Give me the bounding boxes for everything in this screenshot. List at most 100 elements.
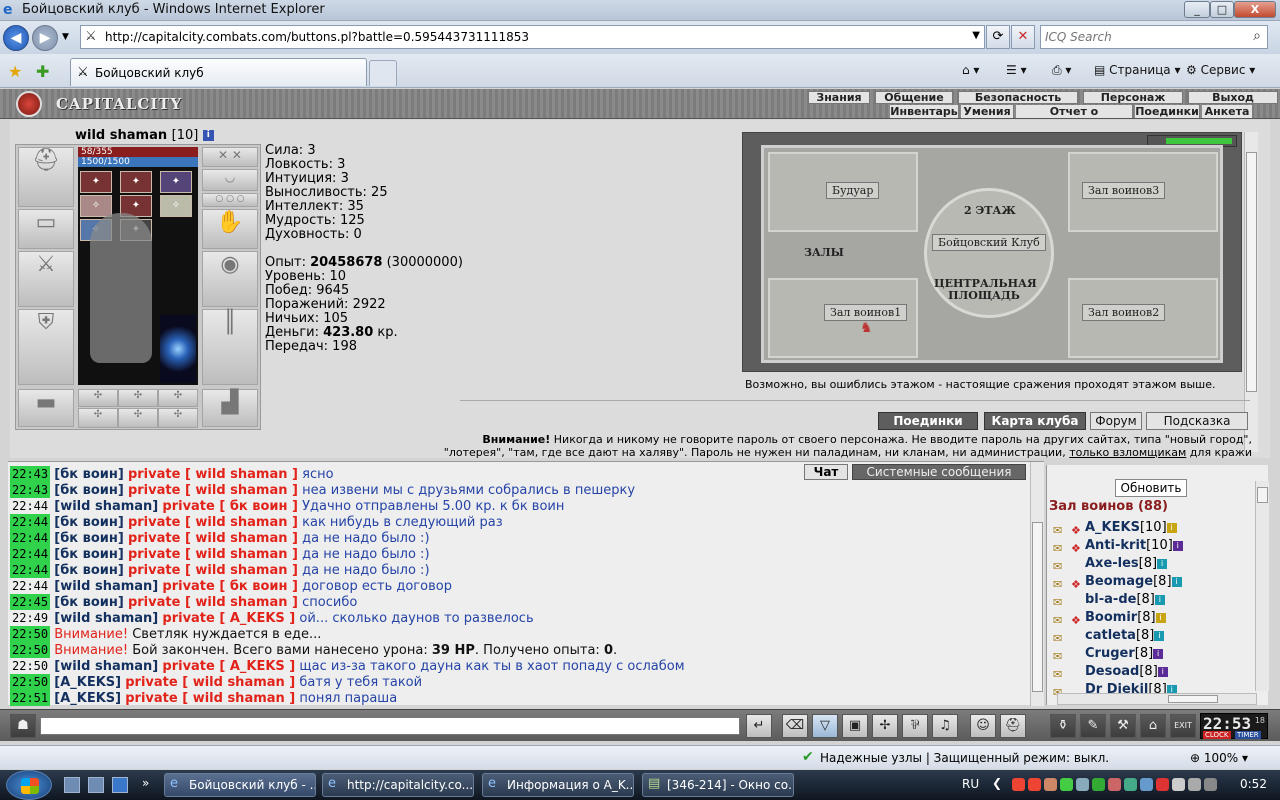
taskbar-item-capitalcity[interactable]: e http://capitalcity.co... (322, 773, 474, 797)
private-target[interactable]: private [ wild shaman ] (128, 531, 298, 546)
earrings-slot[interactable]: ✕ ✕ (202, 147, 258, 167)
menu-skills[interactable]: Умения (961, 105, 1013, 118)
stop-button[interactable]: ✕ (1011, 25, 1035, 49)
feeds-icon[interactable]: ☰ ▾ (1006, 63, 1027, 77)
private-chat-icon[interactable]: ✉ (1053, 558, 1071, 573)
sender-nick[interactable]: [бк воин] (54, 467, 124, 482)
refresh-button[interactable]: ⟳ (986, 25, 1010, 49)
private-chat-icon[interactable]: ✉ (1053, 540, 1071, 555)
tray-icon[interactable] (1140, 778, 1153, 791)
clear-icon[interactable]: ⌫ (782, 714, 808, 738)
minimize-button[interactable]: _ (1184, 1, 1210, 18)
taskbar-item-info[interactable]: e Информация о A_K... (482, 773, 634, 797)
tray-icon[interactable] (1092, 778, 1105, 791)
send-icon[interactable]: ↵ (746, 714, 772, 738)
taskbar-item-combats[interactable]: e Бойцовский клуб - ... (164, 773, 316, 797)
effect-icon[interactable]: ✦ (120, 171, 152, 193)
message-time[interactable]: 22:44 (10, 562, 51, 578)
message-time[interactable]: 22:51 (10, 690, 51, 706)
message-time[interactable]: 22:45 (10, 594, 51, 610)
helmet-icon[interactable]: ⛑ (1000, 714, 1026, 738)
sound-icon[interactable]: ♫ (932, 714, 958, 738)
start-button[interactable] (6, 770, 52, 800)
add-favorite-icon[interactable]: ✚ (36, 62, 49, 81)
print-icon[interactable]: ⎙ ▾ (1052, 63, 1071, 78)
quicklaunch-more-icon[interactable]: » (142, 776, 149, 790)
sender-nick[interactable]: [wild shaman] (54, 611, 158, 626)
private-target[interactable]: private [ wild shaman ] (128, 547, 298, 562)
scroll-icon[interactable]: ✎ (1080, 714, 1106, 738)
weapon-slot[interactable]: ⚔ (18, 251, 74, 307)
sender-nick[interactable]: [wild shaman] (54, 659, 158, 674)
exit-icon[interactable]: EXIT (1170, 714, 1196, 738)
back-button[interactable]: ◀ (3, 25, 29, 51)
tray-icon[interactable] (1156, 778, 1169, 791)
private-target[interactable]: private [ wild shaman ] (128, 595, 298, 610)
effect-icon[interactable]: ✦ (160, 171, 192, 193)
player-name[interactable]: Cruger (1085, 646, 1135, 661)
close-button[interactable]: X (1234, 1, 1276, 18)
ring-slot[interactable]: ✣ (78, 389, 118, 407)
tray-icon[interactable] (1012, 778, 1025, 791)
private-chat-icon[interactable]: ✉ (1053, 648, 1071, 663)
private-target[interactable]: private [ wild shaman ] (125, 691, 295, 706)
menu-exit[interactable]: Выход (1188, 91, 1278, 104)
url-field[interactable]: ⚔ http://capitalcity.combats.com/buttons… (80, 25, 985, 49)
volume-icon[interactable] (1188, 778, 1201, 791)
sign-hall2[interactable]: Зал воинов2 (1082, 304, 1166, 321)
sender-nick[interactable]: [бк воин] (54, 547, 124, 562)
forum-button[interactable]: Форум (1090, 412, 1142, 430)
armor-slot[interactable]: ⛨ (18, 309, 74, 385)
message-time[interactable]: 22:50 (10, 674, 51, 690)
helmet-slot[interactable]: ⛑ (18, 147, 74, 207)
search-icon[interactable]: ⌕ (1253, 28, 1261, 44)
player-name[interactable]: Axe-les (1085, 556, 1139, 571)
fighter-icon[interactable]: ✢ (872, 714, 898, 738)
hint-button[interactable]: Подсказка (1146, 412, 1248, 430)
clan-icon[interactable]: ❖ (1071, 540, 1085, 555)
sign-hall3[interactable]: Зал воинов3 (1082, 182, 1166, 199)
menu-duels[interactable]: Поединки (1135, 105, 1199, 118)
sign-hall1[interactable]: Зал воинов1 (824, 304, 908, 321)
sender-nick[interactable]: [wild shaman] (54, 499, 158, 514)
menu-security[interactable]: Безопасность (958, 91, 1078, 104)
message-time[interactable]: 22:44 (10, 578, 50, 594)
player-name[interactable]: Boomir (1085, 610, 1137, 625)
menu-social[interactable]: Общение (875, 91, 953, 104)
clan-icon[interactable]: ❖ (1071, 612, 1085, 627)
menu-inventory[interactable]: Инвентарь (890, 105, 958, 118)
player-info-icon[interactable]: i (1166, 522, 1177, 533)
sender-nick[interactable]: [бк воин] (54, 483, 124, 498)
effect-icon[interactable]: ✧ (80, 195, 112, 217)
player-info-icon[interactable]: i (1153, 648, 1164, 659)
info-icon[interactable]: i (202, 130, 214, 141)
ring-slot[interactable]: ✣ (118, 389, 158, 407)
message-time[interactable]: 22:44 (10, 530, 51, 546)
player-name[interactable]: Anti-krit (1085, 538, 1146, 553)
warning-link[interactable]: только взломщикам (1069, 446, 1186, 459)
language-indicator[interactable]: RU (962, 777, 979, 791)
smiley-icon[interactable]: ☺ (970, 714, 996, 738)
halls-label[interactable]: ЗАЛЫ (804, 246, 844, 259)
belt-slot[interactable]: ▬ (18, 389, 74, 427)
tp-icon[interactable]: ⅌ (902, 714, 928, 738)
chat-input[interactable] (40, 717, 740, 735)
sender-nick[interactable]: [wild shaman] (54, 579, 158, 594)
service-menu[interactable]: ⚙ Сервис ▾ (1186, 63, 1255, 77)
tray-icon[interactable] (1044, 778, 1057, 791)
private-chat-icon[interactable]: ✉ (1053, 666, 1071, 681)
effect-icon[interactable]: ✧ (160, 195, 192, 217)
clan-icon[interactable]: ❖ (1071, 522, 1085, 537)
clan-icon[interactable]: ❖ (1071, 576, 1085, 591)
forward-button[interactable]: ▶ (32, 25, 58, 51)
tray-expand-icon[interactable]: ❮ (992, 776, 1002, 790)
ring-slot[interactable]: ✣ (158, 389, 198, 407)
show-desktop-icon[interactable] (64, 777, 80, 793)
search-input[interactable] (1045, 29, 1240, 45)
tray-icon[interactable] (1076, 778, 1089, 791)
sender-nick[interactable]: [бк воин] (54, 515, 124, 530)
message-time[interactable]: 22:50 (10, 642, 51, 658)
zoom-control[interactable]: ⊕ 100% ▾ (1190, 751, 1248, 765)
search-box[interactable]: ⌕ (1040, 25, 1268, 49)
tray-icon[interactable] (1060, 778, 1073, 791)
